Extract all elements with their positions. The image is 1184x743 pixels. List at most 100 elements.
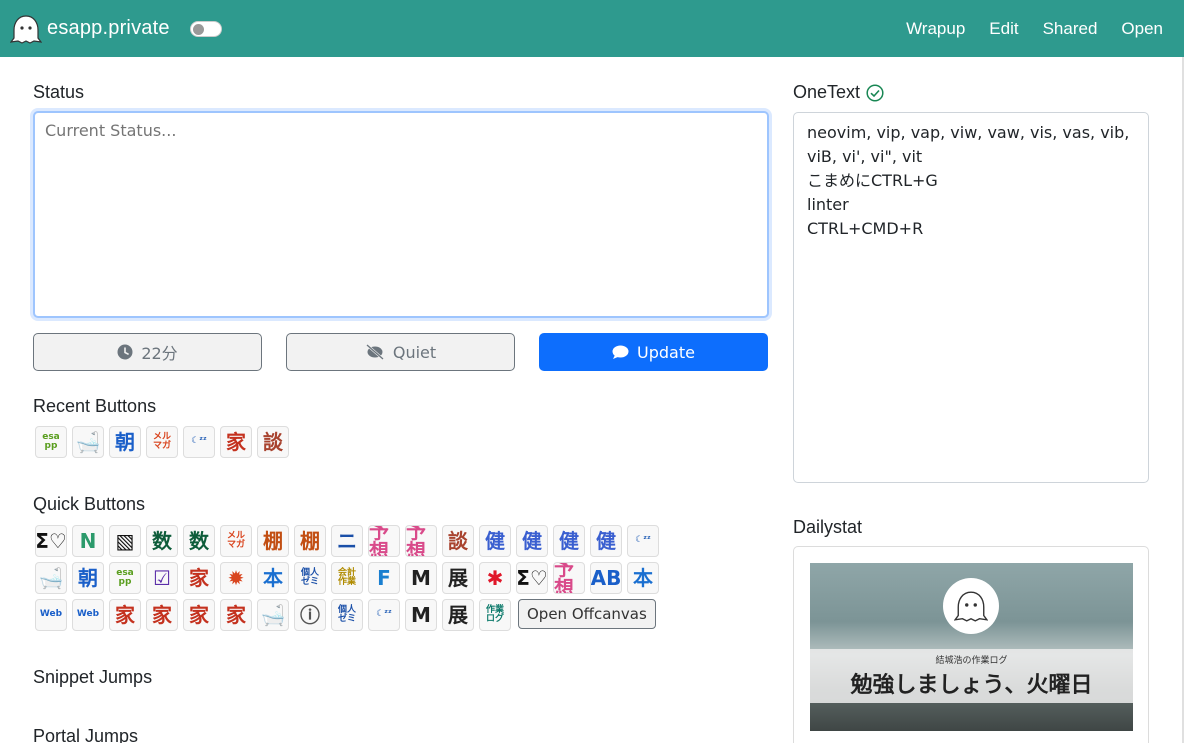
bath-icon-button[interactable]: 🛁 <box>257 599 289 631</box>
tana2-icon-button[interactable]: 棚 <box>294 525 326 557</box>
bath-icon: 🛁 <box>260 603 286 627</box>
ken3-icon-button[interactable]: 健 <box>553 525 585 557</box>
ie4-icon-button[interactable]: 家 <box>220 599 252 631</box>
sagyou-log-icon-button[interactable]: 作業 ログ <box>479 599 511 631</box>
m-icon-button[interactable]: M <box>405 562 437 594</box>
yosou-icon: 予想 <box>554 562 574 594</box>
yosou-icon-button[interactable]: 予想 <box>368 525 400 557</box>
kojin-zemi-icon: 個人 ゼミ <box>337 604 356 624</box>
clock-icon <box>117 344 133 360</box>
kojin-zemi-icon-button[interactable]: 個人 ゼミ <box>294 562 326 594</box>
theme-toggle[interactable] <box>189 20 222 37</box>
sigma-heart-icon-button[interactable]: Σ♡ <box>516 562 548 594</box>
kojin-zemi-icon: 個人 ゼミ <box>300 567 319 587</box>
status-input[interactable] <box>33 111 769 318</box>
update-label: Update <box>637 342 695 362</box>
yosou-icon-button[interactable]: 予想 <box>553 562 585 594</box>
ghost-info-icon-button[interactable]: ⓘ <box>294 599 326 631</box>
bath-icon-button[interactable]: 🛁 <box>72 426 104 458</box>
nav-wrapup[interactable]: Wrapup <box>906 19 965 39</box>
quick-buttons-row-3: Web Web 家家家家 🛁 ⓘ 個人 ゼミ ☾ᶻᶻ M 展作業 ログ Open Offcanva… <box>35 599 656 631</box>
mailmag-icon: メル マガ <box>226 530 245 550</box>
status-heading: Status <box>33 82 85 102</box>
burst-icon-button[interactable]: ✹ <box>220 562 252 594</box>
recent-buttons-heading: Recent Buttons <box>33 396 157 416</box>
ie-icon-button[interactable]: 家 <box>183 562 215 594</box>
kazu-icon-button[interactable]: 数 <box>146 525 178 557</box>
stripe-icon-button[interactable]: ▧ <box>109 525 141 557</box>
quiet-button[interactable]: Quiet <box>286 333 515 371</box>
dan-icon-button[interactable]: 談 <box>442 525 474 557</box>
asa-icon-button[interactable]: 朝 <box>109 426 141 458</box>
tana-icon-button[interactable]: 棚 <box>257 525 289 557</box>
m-icon: M <box>411 566 431 590</box>
kazu2-icon-button[interactable]: 数 <box>183 525 215 557</box>
ie2-icon-button[interactable]: 家 <box>146 599 178 631</box>
dan-icon-button[interactable]: 談 <box>257 426 289 458</box>
ie2-icon: 家 <box>152 603 172 627</box>
kojin-zemi-icon-button[interactable]: 個人 ゼミ <box>331 599 363 631</box>
stripe-icon: ▧ <box>115 529 135 553</box>
mailmag-icon-button[interactable]: メル マガ <box>146 426 178 458</box>
navbar: esapp.private Wrapup Edit Shared Open <box>0 0 1184 57</box>
asterisk-icon: ✱ <box>486 566 504 590</box>
ie3-icon-button[interactable]: 家 <box>183 599 215 631</box>
dailystat-heading: Dailystat <box>793 517 863 537</box>
book-icon: 本 <box>263 566 283 590</box>
asa-icon-button[interactable]: 朝 <box>72 562 104 594</box>
nav-shared[interactable]: Shared <box>1043 19 1098 39</box>
dailystat-image[interactable]: 結城浩の作業ログ 勉強しましょう、火曜日 <box>810 563 1133 731</box>
update-button[interactable]: Update <box>539 333 768 371</box>
ken2-icon-button[interactable]: 健 <box>516 525 548 557</box>
open-offcanvas-button[interactable]: Open Offcanvas <box>518 599 656 629</box>
sleep-icon-button[interactable]: ☾ᶻᶻ <box>183 426 215 458</box>
elapsed-time-button[interactable]: 22分 <box>33 333 262 371</box>
sleep-icon-button[interactable]: ☾ᶻᶻ <box>627 525 659 557</box>
brand[interactable]: esapp.private <box>10 14 170 44</box>
ie-icon-button[interactable]: 家 <box>220 426 252 458</box>
quick-buttons-heading: Quick Buttons <box>33 494 146 514</box>
esapp-icon-button[interactable]: esa pp <box>35 426 67 458</box>
yosou2-icon-button[interactable]: 予想 <box>405 525 437 557</box>
ten-icon-button[interactable]: 展 <box>442 599 474 631</box>
esapp-icon: esa pp <box>42 431 60 451</box>
sleep-icon: ☾ᶻᶻ <box>635 535 651 546</box>
ghost-logo-icon <box>10 14 42 44</box>
ken4-icon-button[interactable]: 健 <box>590 525 622 557</box>
elapsed-time-label: 22分 <box>141 344 178 363</box>
f-icon: F <box>377 566 391 590</box>
dan-icon: 談 <box>448 529 468 553</box>
ab-icon: AB <box>590 566 622 590</box>
sleep-icon-button[interactable]: ☾ᶻᶻ <box>368 599 400 631</box>
nav-edit[interactable]: Edit <box>989 19 1018 39</box>
web2-icon-button[interactable]: Web <box>72 599 104 631</box>
brand-title: esapp.private <box>47 17 170 39</box>
dan-icon: 談 <box>263 430 283 454</box>
ten-icon-button[interactable]: 展 <box>442 562 474 594</box>
onetext-input[interactable]: neovim, vip, vap, viw, vaw, vis, vas, vi… <box>793 112 1149 483</box>
image-subtitle: 結城浩の作業ログ <box>935 655 1008 665</box>
esapp-icon-button[interactable]: esa pp <box>109 562 141 594</box>
newsletter-icon-button[interactable]: ニ <box>331 525 363 557</box>
nav-open[interactable]: Open <box>1121 19 1163 39</box>
ken-icon-button[interactable]: 健 <box>479 525 511 557</box>
asterisk-icon-button[interactable]: ✱ <box>479 562 511 594</box>
f-icon-button[interactable]: F <box>368 562 400 594</box>
book-icon-button[interactable]: 本 <box>257 562 289 594</box>
check-square-icon-button[interactable]: ☑ <box>146 562 178 594</box>
mailmag-icon-button[interactable]: メル マガ <box>220 525 252 557</box>
m-icon-button[interactable]: M <box>405 599 437 631</box>
sleep-icon: ☾ᶻᶻ <box>191 436 207 447</box>
web-icon-button[interactable]: Web <box>35 599 67 631</box>
kaikei-icon: 会計 作業 <box>337 567 356 587</box>
ab-icon-button[interactable]: AB <box>590 562 622 594</box>
n-icon-button[interactable]: N <box>72 525 104 557</box>
ken3-icon: 健 <box>559 529 579 553</box>
ie4-icon: 家 <box>226 603 246 627</box>
sigma-heart-icon-button[interactable]: Σ♡ <box>35 525 67 557</box>
book2-icon-button[interactable]: 本 <box>627 562 659 594</box>
kazu-icon: 数 <box>152 529 172 553</box>
bath-icon-button[interactable]: 🛁 <box>35 562 67 594</box>
ie-icon-button[interactable]: 家 <box>109 599 141 631</box>
kaikei-icon-button[interactable]: 会計 作業 <box>331 562 363 594</box>
